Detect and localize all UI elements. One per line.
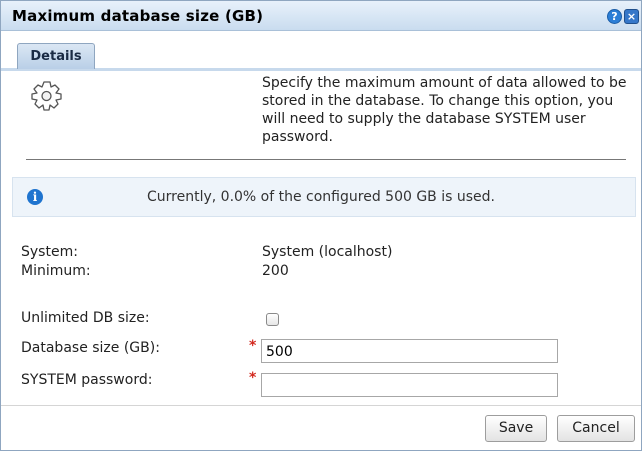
footer-divider xyxy=(1,405,641,406)
tab-details[interactable]: Details xyxy=(17,43,95,69)
database-size-label: Database size (GB): xyxy=(21,340,160,356)
help-icon[interactable]: ? xyxy=(607,9,622,24)
dialog-title: Maximum database size (GB) xyxy=(12,7,264,25)
tab-strip xyxy=(1,31,641,71)
dialog-description: Specify the maximum amount of data allow… xyxy=(262,75,627,145)
minimum-label: Minimum: xyxy=(21,263,91,279)
system-password-input[interactable] xyxy=(261,373,558,397)
database-size-input[interactable] xyxy=(261,339,558,363)
minimum-value: 200 xyxy=(262,263,289,279)
section-divider xyxy=(26,159,626,160)
usage-info-text: Currently, 0.0% of the configured 500 GB… xyxy=(147,189,495,205)
unlimited-db-size-label: Unlimited DB size: xyxy=(21,310,150,326)
gear-icon xyxy=(31,81,62,111)
close-icon[interactable]: × xyxy=(624,9,639,24)
save-button[interactable]: Save xyxy=(485,415,547,442)
usage-info-banner: i Currently, 0.0% of the configured 500 … xyxy=(12,177,636,217)
system-value: System (localhost) xyxy=(262,244,393,260)
unlimited-db-size-checkbox[interactable] xyxy=(266,313,279,326)
cancel-button[interactable]: Cancel xyxy=(557,415,635,442)
info-icon: i xyxy=(27,189,43,205)
database-size-required-marker: * xyxy=(249,338,257,354)
system-password-required-marker: * xyxy=(249,370,257,386)
system-password-label: SYSTEM password: xyxy=(21,372,153,388)
tab-strip-divider xyxy=(1,68,641,71)
system-label: System: xyxy=(21,244,78,260)
dialog-titlebar[interactable]: Maximum database size (GB) ? × xyxy=(1,1,641,31)
max-db-size-dialog: Maximum database size (GB) ? × Details S… xyxy=(0,0,642,451)
